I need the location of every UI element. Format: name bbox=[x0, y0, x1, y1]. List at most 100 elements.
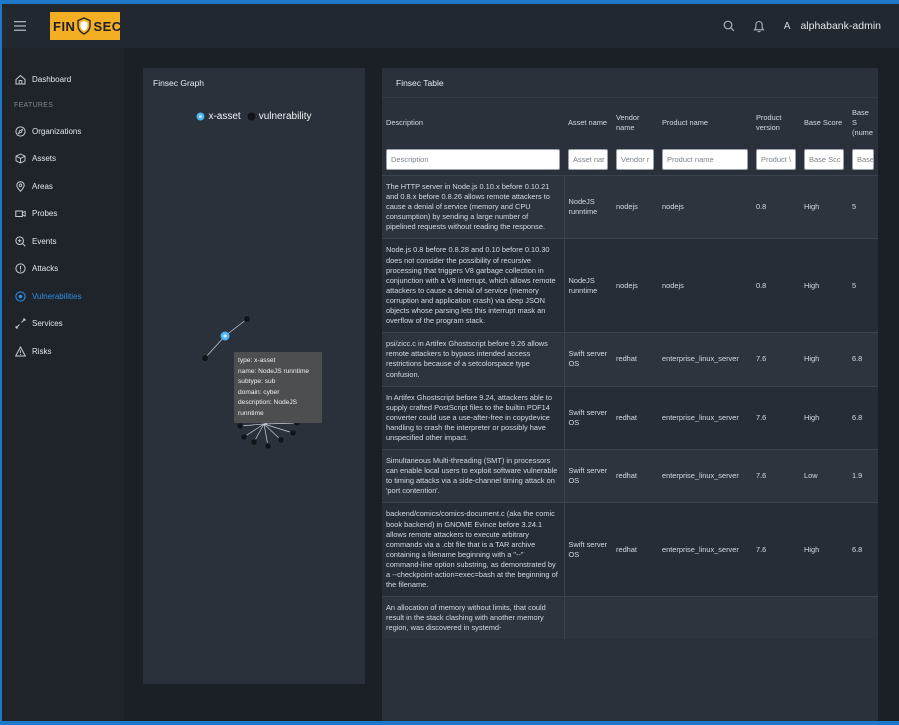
sidebar-item-events[interactable]: Events bbox=[2, 228, 124, 256]
table-row[interactable]: An allocation of memory without limits, … bbox=[382, 596, 878, 640]
filter-product-version-input[interactable] bbox=[756, 149, 796, 170]
vulnerability-node bbox=[201, 354, 209, 362]
cell-product-version: 0.8 bbox=[756, 202, 767, 212]
sidebar-item-label: Areas bbox=[32, 181, 53, 191]
user-menu[interactable]: A alphabank-admin bbox=[784, 20, 881, 32]
sidebar-item-areas[interactable]: Areas bbox=[2, 173, 124, 201]
camera-icon bbox=[14, 208, 26, 220]
column-header-vendor-name[interactable]: Vendor name bbox=[612, 98, 658, 148]
asset-node[interactable] bbox=[220, 331, 230, 341]
column-header-base-score-numeric[interactable]: Base S (nume bbox=[848, 98, 878, 148]
column-header-product-name[interactable]: Product name bbox=[658, 98, 752, 148]
cell-product-version: 0.8 bbox=[756, 280, 767, 290]
tooltip-type: type: x-asset bbox=[238, 357, 276, 364]
cell-description: backend/comics/comics-document.c (aka th… bbox=[382, 502, 565, 597]
cell-base-score-numeric: 6.8 bbox=[852, 412, 863, 422]
column-header-description[interactable]: Description bbox=[382, 98, 564, 148]
cell-base-score-numeric: 6.8 bbox=[852, 354, 863, 364]
sidebar-item-services[interactable]: Services bbox=[2, 310, 124, 338]
tooltip-domain: domain: cyber bbox=[238, 388, 280, 396]
column-header-asset-name[interactable]: Asset name bbox=[564, 98, 612, 148]
vulnerability-node bbox=[264, 442, 272, 450]
cell-product-name: enterprise_linux_server bbox=[662, 544, 739, 554]
tooltip-name: name: NodeJS runntime bbox=[238, 367, 310, 375]
cell-asset-name: Swift server OS bbox=[568, 466, 608, 486]
tooltip-subtype: subtype: sub bbox=[238, 378, 276, 385]
target-icon bbox=[14, 290, 26, 302]
cell-product-name: enterprise_linux_server bbox=[662, 412, 739, 422]
sidebar-item-dashboard[interactable]: Dashboard bbox=[2, 66, 124, 94]
column-header-base-score[interactable]: Base Score bbox=[800, 98, 848, 148]
sidebar-item-label: Organizations bbox=[32, 126, 82, 136]
filter-description-input[interactable] bbox=[386, 149, 560, 170]
cell-product-name: enterprise_linux_server bbox=[662, 471, 739, 481]
cell-product-name: nodejs bbox=[662, 202, 684, 212]
cell-description: psi/zicc.c in Artifex Ghostscript before… bbox=[382, 332, 565, 387]
cell-base-score-numeric: 1.9 bbox=[852, 471, 863, 481]
cell-vendor-name: nodejs bbox=[616, 202, 638, 212]
filter-base-score-input[interactable] bbox=[804, 149, 844, 170]
sidebar-item-label: Events bbox=[32, 236, 57, 246]
avatar: A bbox=[783, 20, 791, 32]
vulnerability-node bbox=[236, 422, 244, 430]
cell-product-version: 7.6 bbox=[756, 471, 767, 481]
vulnerability-table: Description Asset name Vendor name Produ… bbox=[382, 98, 878, 640]
cell-base-score-numeric bbox=[848, 597, 878, 640]
sidebar-item-vulnerabilities[interactable]: Vulnerabilities bbox=[2, 283, 124, 311]
cell-asset-name bbox=[564, 597, 612, 640]
vulnerability-node bbox=[250, 438, 258, 446]
table-row[interactable]: psi/zicc.c in Artifex Ghostscript before… bbox=[382, 332, 878, 387]
cell-vendor-name: redhat bbox=[616, 412, 637, 422]
vulnerability-node bbox=[289, 429, 297, 437]
user-name: alphabank-admin bbox=[800, 20, 881, 32]
menu-toggle-icon[interactable] bbox=[2, 4, 38, 48]
cell-asset-name: Swift server OS bbox=[568, 539, 608, 559]
cell-asset-name: NodeJS runntime bbox=[568, 275, 598, 295]
location-pin-icon bbox=[14, 180, 26, 192]
vulnerability-node bbox=[277, 436, 285, 444]
filter-asset-name-input[interactable] bbox=[568, 149, 608, 170]
cell-base-score: High bbox=[804, 412, 820, 422]
column-header-product-version[interactable]: Product version bbox=[752, 98, 800, 148]
cell-description: An allocation of memory without limits, … bbox=[382, 596, 565, 640]
graph-panel: Finsec Graph x-asset vulnerability type:… bbox=[143, 68, 365, 684]
table-row[interactable]: The HTTP server in Node.js 0.10.x before… bbox=[382, 175, 878, 239]
vulnerability-node bbox=[243, 315, 251, 323]
cell-description: In Artifex Ghostscript before 9.24, atta… bbox=[382, 386, 565, 450]
sidebar-item-organizations[interactable]: Organizations bbox=[2, 118, 124, 146]
cell-base-score: High bbox=[804, 280, 820, 290]
cell-product-name bbox=[658, 597, 752, 640]
filter-vendor-name-input[interactable] bbox=[616, 149, 654, 170]
cell-vendor-name: redhat bbox=[616, 544, 637, 554]
table-row[interactable]: In Artifex Ghostscript before 9.24, atta… bbox=[382, 386, 878, 450]
cube-icon bbox=[14, 153, 26, 165]
sidebar-item-attacks[interactable]: Attacks bbox=[2, 255, 124, 283]
cell-asset-name: Swift server OS bbox=[568, 349, 608, 369]
finsec-logo[interactable]: FIN SEC bbox=[50, 12, 121, 40]
notification-bell-icon[interactable] bbox=[744, 11, 774, 41]
sidebar-item-risks[interactable]: Risks bbox=[2, 338, 124, 366]
table-panel-title: Finsec Table bbox=[382, 68, 878, 98]
filter-base-score-numeric-input[interactable] bbox=[852, 149, 874, 170]
search-icon[interactable] bbox=[714, 11, 744, 41]
cell-vendor-name bbox=[612, 597, 658, 640]
cell-description: The HTTP server in Node.js 0.10.x before… bbox=[382, 175, 565, 239]
sidebar-item-label: Risks bbox=[32, 346, 52, 356]
sidebar-item-label: Assets bbox=[32, 154, 57, 164]
sidebar-section-features: FEATURES bbox=[14, 102, 54, 109]
table-row[interactable]: Simultaneous Multi-threading (SMT) in pr… bbox=[382, 449, 878, 503]
cell-product-name: enterprise_linux_server bbox=[662, 354, 739, 364]
cell-vendor-name: nodejs bbox=[616, 280, 638, 290]
cell-base-score: High bbox=[804, 354, 820, 364]
table-row[interactable]: Node.js 0.8 before 0.8.28 and 0.10 befor… bbox=[382, 238, 878, 333]
table-row[interactable]: backend/comics/comics-document.c (aka th… bbox=[382, 502, 878, 597]
sidebar-item-label: Dashboard bbox=[32, 75, 72, 85]
filter-product-name-input[interactable] bbox=[662, 149, 748, 170]
sidebar-item-assets[interactable]: Assets bbox=[2, 145, 124, 173]
sidebar-item-probes[interactable]: Probes bbox=[2, 200, 124, 228]
tooltip-description: description: NodeJS runntime bbox=[238, 399, 298, 417]
compass-icon bbox=[14, 125, 26, 137]
cell-base-score: High bbox=[804, 202, 820, 212]
sidebar-item-label: Vulnerabilities bbox=[32, 291, 82, 301]
cell-base-score: High bbox=[804, 544, 820, 554]
